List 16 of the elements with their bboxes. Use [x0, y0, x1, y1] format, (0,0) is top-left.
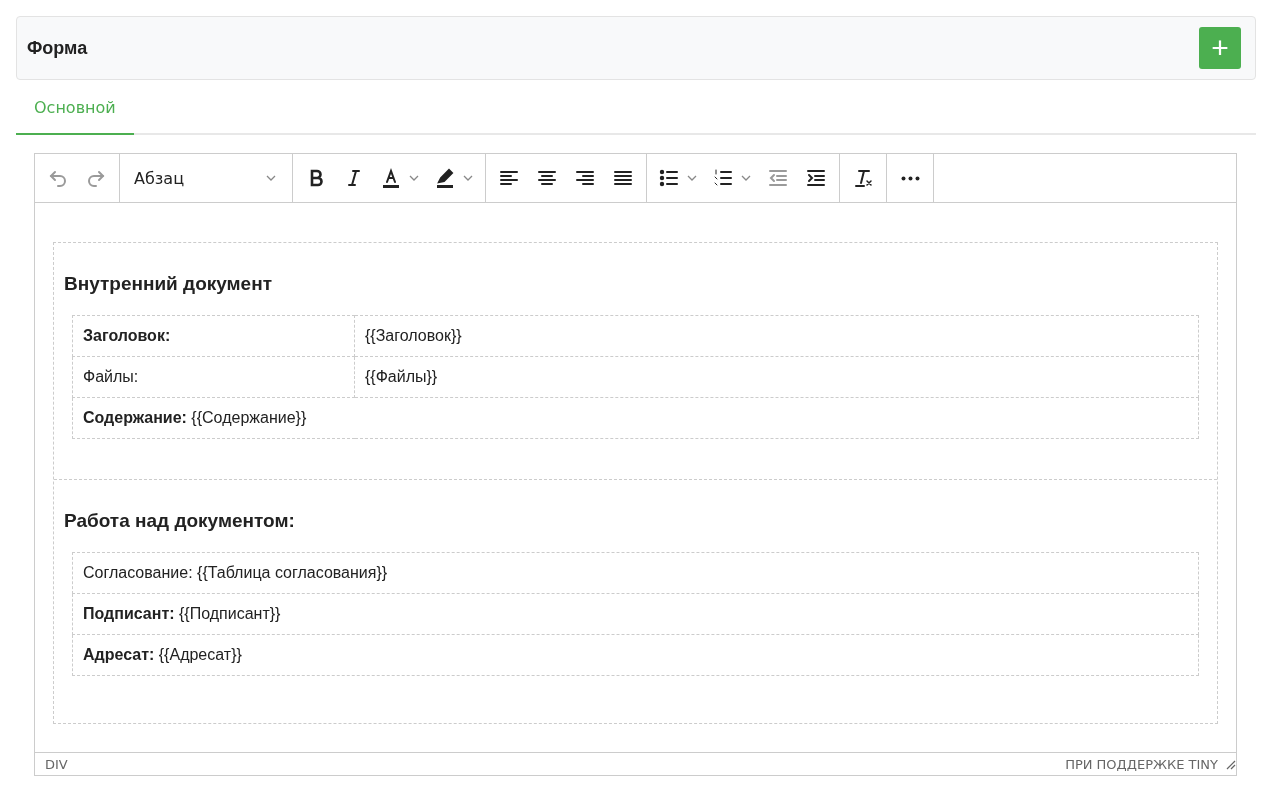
element-path: DIV — [45, 756, 68, 772]
branding-link[interactable]: ПРИ ПОДДЕРЖКЕ TINY — [1065, 756, 1218, 772]
table-cell: Содержание: {{Содержание}} — [72, 397, 1199, 439]
table-cell: {{Файлы}} — [354, 356, 1199, 398]
table-cell: Адресат: {{Адресат}} — [72, 634, 1199, 676]
resize-handle-icon[interactable] — [1224, 758, 1236, 770]
table-cell: Заголовок: — [72, 315, 355, 357]
section-heading: Работа над документом: — [64, 510, 296, 532]
table-cell: Подписант: {{Подписант}} — [72, 593, 1199, 635]
block-format-select[interactable]: Абзац — [126, 161, 286, 195]
table-cell: Согласование: {{Таблица согласования}} — [72, 552, 1199, 594]
more-icon — [900, 175, 920, 181]
form-title: Форма — [27, 37, 88, 59]
section-heading: Внутренний документ — [64, 273, 273, 295]
table-cell: Файлы: — [72, 356, 355, 398]
table-cell: {{Заголовок}} — [354, 315, 1199, 357]
